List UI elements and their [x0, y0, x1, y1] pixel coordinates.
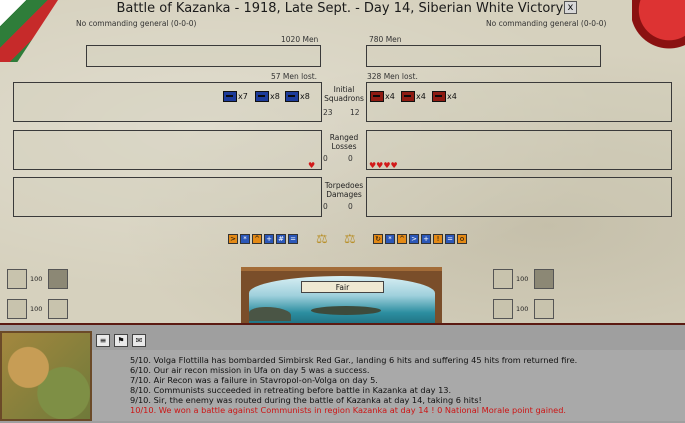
right-squadrons-box — [366, 82, 672, 122]
terrain-icon: ^ — [397, 234, 407, 244]
torpedoes-damages-label: Torpedoes Damages — [324, 181, 364, 199]
island-shape — [311, 306, 381, 315]
right-rating-1: 100 — [516, 275, 529, 283]
left-initial-squadrons: 23 — [323, 108, 333, 117]
attack-icon: > — [228, 234, 238, 244]
log-entry: 6/10. Our air recon mission in Ufa on da… — [130, 365, 370, 375]
leader-icon: + — [421, 234, 431, 244]
left-unit-2[interactable]: x8 — [255, 91, 280, 102]
unit-count: x8 — [300, 92, 310, 101]
right-torpedo-box — [366, 177, 672, 217]
right-rating-2: 100 — [516, 305, 529, 313]
left-rating-2: 100 — [30, 305, 43, 313]
right-men-count: 780 Men — [369, 35, 402, 44]
left-compass-icon[interactable] — [48, 299, 68, 319]
supply-icon: = — [445, 234, 455, 244]
left-torpedo-box — [13, 177, 322, 217]
leader-icon: + — [264, 234, 274, 244]
right-unit-2[interactable]: x4 — [401, 91, 426, 102]
supply-icon: = — [288, 234, 298, 244]
left-ranged-losses: 0 — [323, 154, 328, 163]
refresh-icon: ↻ — [373, 234, 383, 244]
weather-label: Fair — [301, 281, 384, 293]
log-entry: 7/10. Air Recon was a failure in Stavrop… — [130, 375, 378, 385]
left-ranged-box — [13, 130, 322, 170]
right-initial-squadrons: 12 — [350, 108, 360, 117]
left-rating-1: 100 — [30, 275, 43, 283]
log-entry: 8/10. Communists succeeded in retreating… — [130, 385, 452, 395]
log-entry: 5/10. Volga Flottilla has bombarded Simb… — [130, 355, 578, 365]
arrow-icon: > — [409, 234, 419, 244]
right-ship-tile[interactable] — [493, 269, 513, 289]
right-leader-box — [366, 45, 601, 67]
left-warning-icon[interactable] — [48, 269, 68, 289]
right-ranged-box — [366, 130, 672, 170]
left-fleet-tile[interactable] — [7, 299, 27, 319]
gunboat-icon — [255, 91, 269, 102]
left-torpedo-damages: 0 — [323, 202, 328, 211]
gear-icon: * — [240, 234, 250, 244]
left-commander: No commanding general (0-0-0) — [76, 19, 197, 28]
minimap[interactable] — [0, 331, 92, 421]
right-unit-1[interactable]: x4 — [370, 91, 395, 102]
right-compass-icon[interactable] — [534, 299, 554, 319]
right-men-lost: 328 Men lost. — [367, 72, 418, 81]
unit-count: x8 — [270, 92, 280, 101]
left-squadrons-box — [13, 82, 322, 122]
troops-icon: # — [276, 234, 286, 244]
right-heart-icons: ♥♥♥♥ — [369, 161, 398, 170]
left-unit-1[interactable]: x7 — [223, 91, 248, 102]
balance-scale-icon: ⚖ — [316, 232, 328, 247]
terrain-icon: ^ — [252, 234, 262, 244]
flag-tab[interactable]: ⚑ — [114, 334, 128, 347]
right-modifier-icons: ↻ * ^ > + ! = o — [373, 234, 467, 244]
ranged-losses-label: Ranged Losses — [329, 133, 359, 151]
left-modifier-icons: > * ^ + # = — [228, 234, 298, 244]
log-entry-highlight: 10/10. We won a battle against Communist… — [130, 405, 566, 415]
unit-count: x7 — [238, 92, 248, 101]
gunboat-icon — [370, 91, 384, 102]
gunboat-icon — [285, 91, 299, 102]
unit-count: x4 — [447, 92, 457, 101]
balance-scale-icon: ⚖ — [344, 232, 356, 247]
unit-count: x4 — [385, 92, 395, 101]
gunboat-icon — [401, 91, 415, 102]
fire-icon: ! — [433, 234, 443, 244]
log-entry: 9/10. Sir, the enemy was routed during t… — [130, 395, 482, 405]
left-men-count: 1020 Men — [281, 35, 319, 44]
battle-title: Battle of Kazanka - 1918, Late Sept. - D… — [116, 1, 569, 16]
close-button[interactable]: x — [564, 1, 577, 14]
message-log: 5/10. Volga Flottilla has bombarded Simb… — [92, 350, 685, 421]
left-leader-box — [86, 45, 321, 67]
right-commander: No commanding general (0-0-0) — [486, 19, 607, 28]
left-heart-icons: ♥ — [308, 161, 316, 170]
right-ranged-losses: 0 — [348, 154, 353, 163]
shore-shape — [249, 307, 291, 321]
gunboat-icon — [432, 91, 446, 102]
gunboat-icon — [223, 91, 237, 102]
message-tab[interactable]: ✉ — [132, 334, 146, 347]
left-unit-3[interactable]: x8 — [285, 91, 310, 102]
log-filter-tab[interactable]: ≡ — [96, 334, 110, 347]
right-warning-icon[interactable] — [534, 269, 554, 289]
right-fleet-tile[interactable] — [493, 299, 513, 319]
left-ship-tile[interactable] — [7, 269, 27, 289]
right-unit-3[interactable]: x4 — [432, 91, 457, 102]
right-torpedo-damages: 0 — [348, 202, 353, 211]
left-men-lost: 57 Men lost. — [271, 72, 318, 81]
cycle-icon: o — [457, 234, 467, 244]
initial-squadrons-label: Initial Squadrons — [324, 85, 364, 103]
unit-count: x4 — [416, 92, 426, 101]
gear-icon: * — [385, 234, 395, 244]
